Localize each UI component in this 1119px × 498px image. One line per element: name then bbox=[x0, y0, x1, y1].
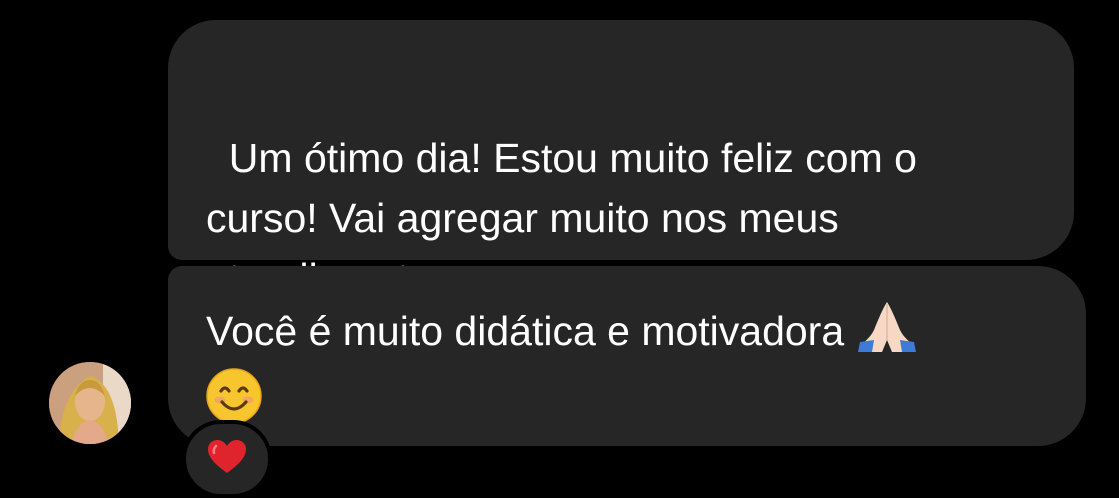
avatar[interactable] bbox=[49, 362, 131, 444]
message-bubble[interactable]: Você é muito didática e motivadora bbox=[168, 266, 1086, 446]
message-bubble[interactable]: Um ótimo dia! Estou muito feliz com o cu… bbox=[168, 20, 1074, 301]
message-text: Você é muito didática e motivadora bbox=[206, 307, 856, 354]
red-heart-icon bbox=[207, 439, 247, 480]
reaction-badge[interactable] bbox=[182, 420, 272, 498]
folded-hands-emoji bbox=[856, 300, 918, 368]
